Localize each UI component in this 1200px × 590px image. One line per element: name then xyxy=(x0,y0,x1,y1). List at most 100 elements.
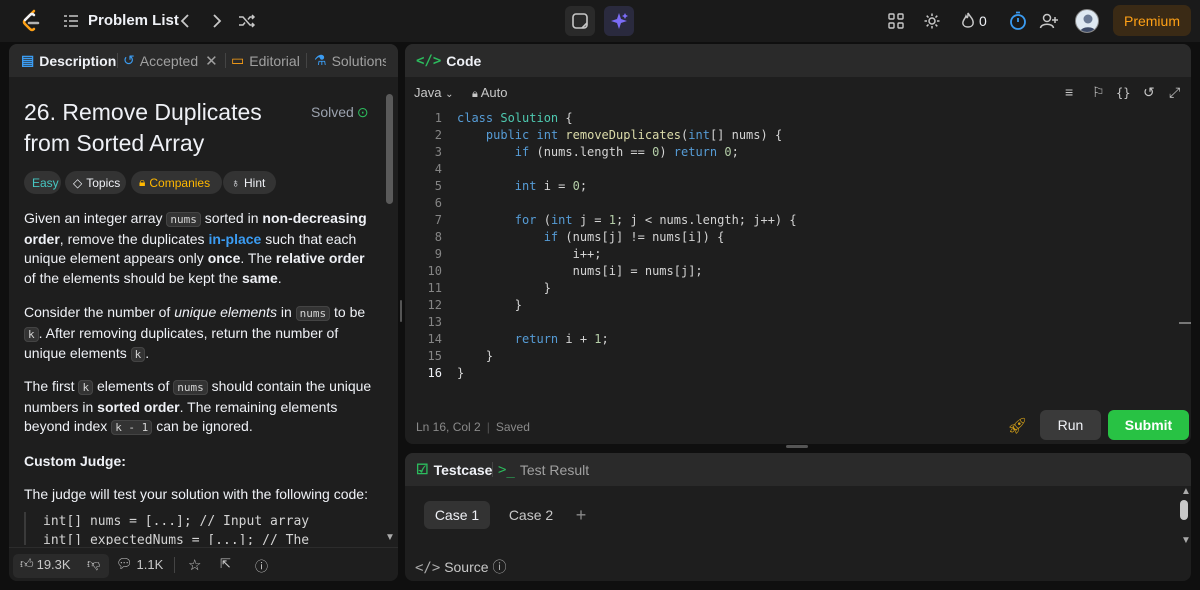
code-editor[interactable]: 1 class Solution {2 public int removeDupl… xyxy=(405,110,1191,382)
in-place-link[interactable]: in-place xyxy=(208,231,261,247)
leetcode-logo-icon[interactable] xyxy=(20,9,42,33)
code-line[interactable]: 11 } xyxy=(405,280,1191,297)
add-case-button[interactable]: + xyxy=(571,501,591,529)
premium-button[interactable]: Premium xyxy=(1113,5,1191,36)
gear-icon[interactable] xyxy=(921,11,943,31)
list-icon[interactable] xyxy=(62,12,80,30)
line-number: 5 xyxy=(434,179,442,193)
chevron-right-icon[interactable] xyxy=(208,11,226,31)
language-select[interactable]: Java ⌄ xyxy=(414,85,453,100)
code-line[interactable]: 10 nums[i] = nums[j]; xyxy=(405,263,1191,280)
code-line[interactable]: 8 if (nums[j] != nums[i]) { xyxy=(405,229,1191,246)
code-text: nums[i] = nums[j]; xyxy=(457,264,703,278)
tab-divider xyxy=(492,462,493,477)
companies-chip[interactable]: 🔒︎ Companies xyxy=(131,171,222,194)
code-line[interactable]: 4 xyxy=(405,161,1191,178)
add-user-icon[interactable] xyxy=(1038,11,1060,31)
code-line[interactable]: 14 return i + 1; xyxy=(405,331,1191,348)
comments-button[interactable]: 💬︎ 1.1K xyxy=(116,556,163,572)
lightbulb-icon: ♁ xyxy=(231,175,240,190)
close-icon[interactable]: ✕ xyxy=(205,52,218,70)
ai-sparkle-button[interactable] xyxy=(604,6,634,36)
avatar[interactable] xyxy=(1075,9,1099,33)
custom-judge-heading: Custom Judge: xyxy=(24,453,126,469)
line-number: 16 xyxy=(427,366,442,380)
format-icon[interactable]: ≡ xyxy=(1065,84,1073,100)
problem-list-link[interactable]: Problem List xyxy=(88,12,179,29)
code-line[interactable]: 6 xyxy=(405,195,1191,212)
submit-button[interactable]: Submit xyxy=(1108,410,1189,440)
case-1-tab[interactable]: Case 1 xyxy=(424,501,490,529)
fire-icon[interactable] xyxy=(958,11,978,31)
editor-toolbar: Java ⌄ 🔒︎ Auto ≡ ⚐ {} ↺ ⤢ xyxy=(405,77,1191,107)
braces-icon[interactable]: {} xyxy=(1116,86,1130,100)
code-text: if (nums.length == 0) return 0; xyxy=(514,145,739,159)
description-tabs: ▤ Description ↺ Accepted ✕ ▭ Editorial ⚗ Solu… xyxy=(9,44,398,77)
share-icon[interactable]: ⇱ xyxy=(220,556,231,572)
testcase-tabs: ☑ Testcase >_ Test Result xyxy=(405,453,1191,486)
tab-editorial[interactable]: ▭ Editorial xyxy=(231,44,300,77)
code-line[interactable]: 9 i++; xyxy=(405,246,1191,263)
scroll-down-icon[interactable]: ▼ xyxy=(385,532,395,543)
custom-judge-text: The judge will test your solution with t… xyxy=(24,486,368,502)
code-line[interactable]: 15 } xyxy=(405,348,1191,365)
run-button[interactable]: Run xyxy=(1040,410,1101,440)
footer-divider xyxy=(174,557,175,573)
code-text: } xyxy=(457,366,465,380)
difficulty-badge: Easy xyxy=(24,171,61,194)
line-number: 4 xyxy=(434,162,442,176)
panel-resize-handle-vertical[interactable] xyxy=(400,300,402,322)
thumbs-up-icon: 👍︎ xyxy=(20,556,34,571)
panel-resize-handle-horizontal[interactable] xyxy=(786,445,808,448)
scroll-down-icon[interactable]: ▼ xyxy=(1181,535,1191,546)
lock-icon: 🔒︎ xyxy=(472,88,478,100)
shuffle-icon[interactable] xyxy=(236,11,258,31)
code-line[interactable]: 12 } xyxy=(405,297,1191,314)
tab-test-result[interactable]: >_ Test Result xyxy=(498,453,589,486)
line-number: 11 xyxy=(427,281,442,295)
expand-icon[interactable]: ⤢ xyxy=(1169,84,1180,101)
code-line[interactable]: 2 public int removeDuplicates(int[] nums… xyxy=(405,127,1191,144)
code-line[interactable]: 5 int i = 0; xyxy=(405,178,1191,195)
auto-mode[interactable]: 🔒︎ Auto xyxy=(472,85,508,101)
code-text: public int removeDuplicates(int[] nums) … xyxy=(485,128,783,142)
reset-icon[interactable]: ↺ xyxy=(1143,84,1155,101)
source-link[interactable]: </> Source ⓘ xyxy=(415,557,506,577)
hint-chip[interactable]: ♁ Hint xyxy=(223,171,276,194)
code-line[interactable]: 16} xyxy=(405,365,1191,382)
grid-icon[interactable] xyxy=(886,11,906,31)
bookmark-icon[interactable]: ⚐ xyxy=(1092,84,1105,101)
line-number: 15 xyxy=(427,349,442,363)
code-line[interactable]: 1 class Solution { xyxy=(405,110,1191,127)
testcase-scrollbar[interactable] xyxy=(1180,500,1188,520)
top-bar: Problem List 0 Premium xyxy=(0,0,1200,42)
like-button[interactable]: 👍︎ 19.3K xyxy=(20,556,71,572)
notes-button[interactable] xyxy=(565,6,595,36)
tab-code[interactable]: </> Code xyxy=(416,44,481,77)
code-line[interactable]: 3 if (nums.length == 0) return 0; xyxy=(405,144,1191,161)
description-scrollbar[interactable] xyxy=(386,94,393,204)
code-line[interactable]: 13 xyxy=(405,314,1191,331)
tab-solutions[interactable]: ⚗ Solutions xyxy=(314,44,386,77)
case-2-tab[interactable]: Case 2 xyxy=(503,501,559,529)
star-icon[interactable]: ☆ xyxy=(188,556,201,574)
tab-accepted[interactable]: ↺ Accepted ✕ xyxy=(123,44,218,77)
code-text: } xyxy=(457,281,551,295)
topics-chip[interactable]: ◇ Topics xyxy=(65,171,126,194)
rocket-icon[interactable]: 🚀︎ xyxy=(1007,416,1027,436)
comment-icon: 💬︎ xyxy=(116,556,133,571)
help-icon[interactable]: ⓘ xyxy=(255,556,268,575)
chevron-left-icon[interactable] xyxy=(176,11,194,31)
editor-status: Ln 16, Col 2 | Saved xyxy=(416,420,530,434)
tab-testcase[interactable]: ☑ Testcase xyxy=(416,453,492,486)
tab-description[interactable]: ▤ Description xyxy=(21,44,116,77)
code-line[interactable]: 7 for (int j = 1; j < nums.length; j++) … xyxy=(405,212,1191,229)
check-circle-icon: ⊙ xyxy=(356,104,369,120)
editor-scroll-marker xyxy=(1179,322,1191,324)
description-paragraph-2: Consider the number of unique elements i… xyxy=(24,304,366,362)
timer-icon[interactable] xyxy=(1007,10,1029,32)
scroll-up-icon[interactable]: ▲ xyxy=(1181,486,1191,497)
book-icon: ▭ xyxy=(231,52,245,68)
dislike-button[interactable]: 👎︎ xyxy=(87,556,100,572)
code-text: } xyxy=(457,298,523,312)
